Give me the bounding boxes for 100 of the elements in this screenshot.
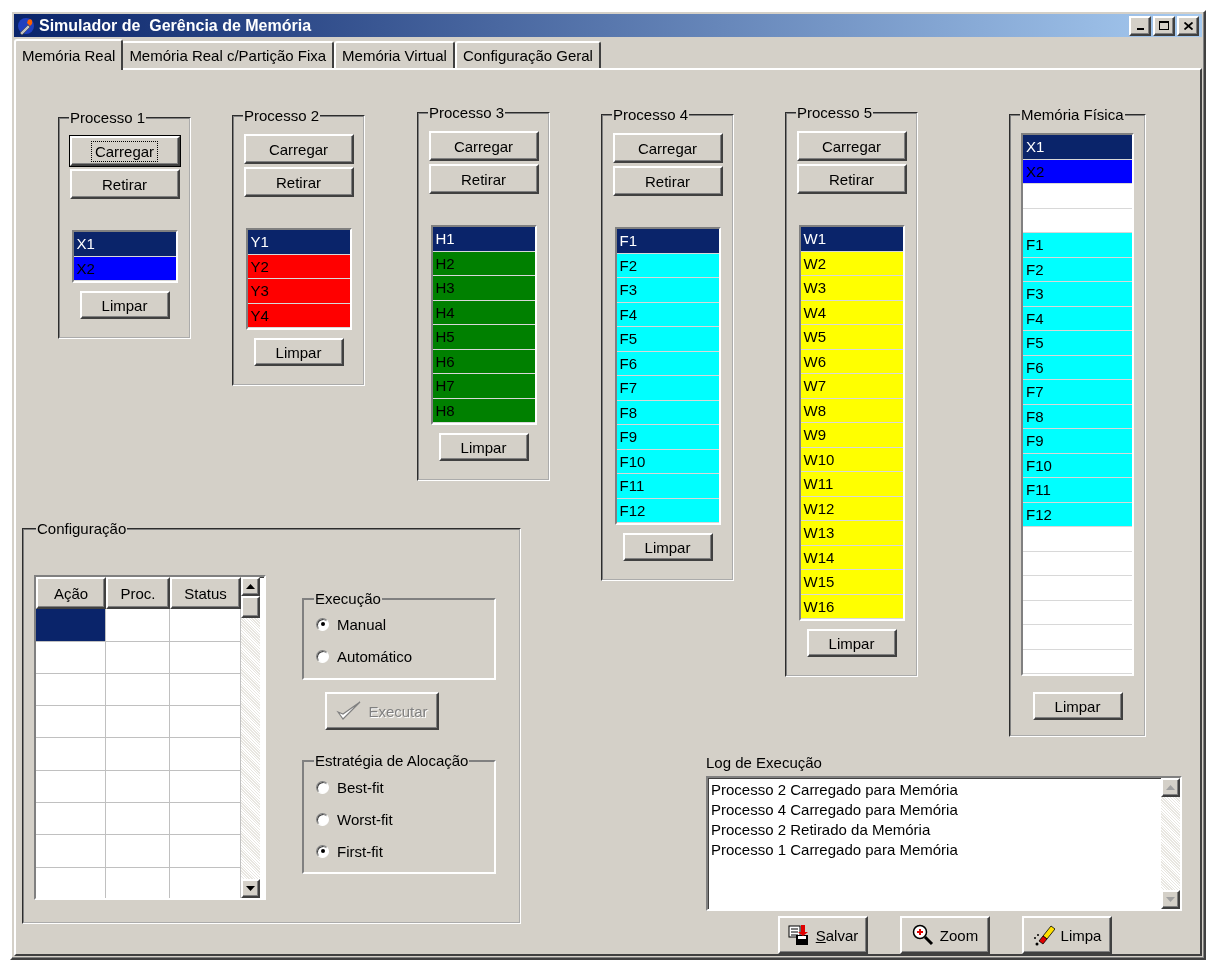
- scroll-down-button[interactable]: [1161, 890, 1180, 909]
- memory-cell[interactable]: F12: [1023, 502, 1132, 527]
- tab[interactable]: Configuração Geral: [454, 41, 601, 68]
- memory-cell[interactable]: X1: [1023, 135, 1132, 160]
- table-cell[interactable]: [106, 738, 170, 771]
- radio-option[interactable]: Worst-fit: [304, 803, 494, 835]
- remove-button[interactable]: Retirar: [428, 164, 539, 194]
- memory-cell[interactable]: Y3: [247, 279, 350, 304]
- empty-memory-cell[interactable]: [1023, 625, 1132, 650]
- minimize-button[interactable]: [1129, 15, 1151, 36]
- table-cell[interactable]: [170, 609, 241, 642]
- memory-cell[interactable]: W11: [800, 472, 903, 497]
- table-cell[interactable]: [170, 835, 241, 868]
- memory-cell[interactable]: W15: [800, 570, 903, 595]
- memory-cell[interactable]: W8: [800, 398, 903, 423]
- memory-cell[interactable]: W16: [800, 594, 903, 619]
- memory-cell[interactable]: F5: [1023, 331, 1132, 356]
- memory-cell[interactable]: F7: [616, 376, 719, 401]
- memory-cell[interactable]: H1: [432, 227, 535, 252]
- memory-cell[interactable]: F8: [616, 400, 719, 425]
- load-button[interactable]: Carregar: [796, 131, 907, 161]
- memory-cell[interactable]: F9: [1023, 429, 1132, 454]
- clear-button[interactable]: Limpa: [1022, 916, 1112, 954]
- table-cell[interactable]: [106, 835, 170, 868]
- memory-cell[interactable]: F11: [1023, 478, 1132, 503]
- column-header[interactable]: Status: [170, 577, 241, 610]
- memory-cell[interactable]: F10: [616, 449, 719, 474]
- maximize-button[interactable]: [1153, 15, 1175, 36]
- memory-cell[interactable]: W2: [800, 251, 903, 276]
- scrollbar[interactable]: [1161, 778, 1180, 909]
- memory-cell[interactable]: W5: [800, 325, 903, 350]
- radio-button[interactable]: [316, 844, 329, 858]
- save-button[interactable]: Salvar: [778, 916, 868, 954]
- table-cell[interactable]: [106, 641, 170, 674]
- memory-cell[interactable]: H3: [432, 276, 535, 301]
- scroll-up-button[interactable]: [241, 577, 260, 596]
- scroll-down-button[interactable]: [241, 879, 260, 898]
- table-cell[interactable]: [36, 835, 106, 868]
- scroll-up-button[interactable]: [1161, 778, 1180, 797]
- memory-cell[interactable]: F6: [1023, 355, 1132, 380]
- memory-cell[interactable]: Y2: [247, 254, 350, 279]
- column-header[interactable]: Ação: [36, 577, 106, 610]
- load-button[interactable]: Carregar: [428, 131, 539, 161]
- remove-button[interactable]: Retirar: [796, 164, 907, 194]
- memory-cell[interactable]: F2: [616, 253, 719, 278]
- memory-cell[interactable]: F10: [1023, 453, 1132, 478]
- memory-cell[interactable]: F11: [616, 474, 719, 499]
- memory-cell[interactable]: F3: [616, 278, 719, 303]
- memory-cell[interactable]: H4: [432, 300, 535, 325]
- memory-cell[interactable]: W3: [800, 276, 903, 301]
- memory-cell[interactable]: F9: [616, 425, 719, 450]
- memory-cell[interactable]: W6: [800, 349, 903, 374]
- memory-cell[interactable]: F1: [1023, 233, 1132, 258]
- empty-memory-cell[interactable]: [1023, 184, 1132, 209]
- close-button[interactable]: [1177, 15, 1199, 36]
- memory-cell[interactable]: F1: [616, 229, 719, 254]
- clear-button[interactable]: Limpar: [806, 629, 897, 657]
- tab[interactable]: Memória Real c/Partição Fixa: [121, 41, 335, 68]
- memory-cell[interactable]: W7: [800, 374, 903, 399]
- clear-button[interactable]: Limpar: [79, 291, 170, 319]
- table-cell[interactable]: [170, 641, 241, 674]
- table-cell[interactable]: [36, 803, 106, 836]
- memory-cell[interactable]: F3: [1023, 282, 1132, 307]
- scrollbar[interactable]: [241, 577, 260, 898]
- table-cell[interactable]: [36, 738, 106, 771]
- memory-cell[interactable]: W13: [800, 521, 903, 546]
- table-cell[interactable]: [106, 770, 170, 804]
- remove-button[interactable]: Retirar: [612, 166, 723, 196]
- memory-cell[interactable]: X1: [73, 232, 176, 257]
- memory-cell[interactable]: H5: [432, 325, 535, 350]
- table-cell[interactable]: [170, 738, 241, 771]
- memory-cell[interactable]: W1: [800, 227, 903, 252]
- memory-cell[interactable]: Y1: [247, 230, 350, 255]
- empty-memory-cell[interactable]: [1023, 576, 1132, 601]
- table-cell[interactable]: [36, 641, 106, 674]
- clear-button[interactable]: Limpar: [438, 433, 529, 461]
- memory-cell[interactable]: W10: [800, 447, 903, 472]
- remove-button[interactable]: Retirar: [69, 169, 180, 199]
- table-cell[interactable]: [106, 673, 170, 707]
- empty-memory-cell[interactable]: [1023, 649, 1132, 674]
- memory-cell[interactable]: F8: [1023, 404, 1132, 429]
- memory-cell[interactable]: H6: [432, 349, 535, 374]
- memory-cell[interactable]: W9: [800, 423, 903, 448]
- memory-cell[interactable]: H8: [432, 398, 535, 423]
- memory-cell[interactable]: F5: [616, 327, 719, 352]
- load-button[interactable]: Carregar: [243, 134, 354, 164]
- empty-memory-cell[interactable]: [1023, 551, 1132, 576]
- radio-option[interactable]: Automático: [304, 640, 494, 672]
- radio-option[interactable]: First-fit: [304, 835, 494, 867]
- table-cell[interactable]: [170, 803, 241, 836]
- memory-cell[interactable]: F12: [616, 498, 719, 523]
- empty-memory-cell[interactable]: [1023, 527, 1132, 552]
- table-cell[interactable]: [106, 803, 170, 836]
- remove-button[interactable]: Retirar: [243, 167, 354, 197]
- table-cell[interactable]: [36, 673, 106, 707]
- load-button[interactable]: Carregar: [69, 136, 180, 166]
- memory-cell[interactable]: F4: [1023, 306, 1132, 331]
- scroll-thumb[interactable]: [241, 596, 260, 618]
- column-header[interactable]: Proc.: [106, 577, 170, 610]
- clear-button[interactable]: Limpar: [253, 338, 344, 366]
